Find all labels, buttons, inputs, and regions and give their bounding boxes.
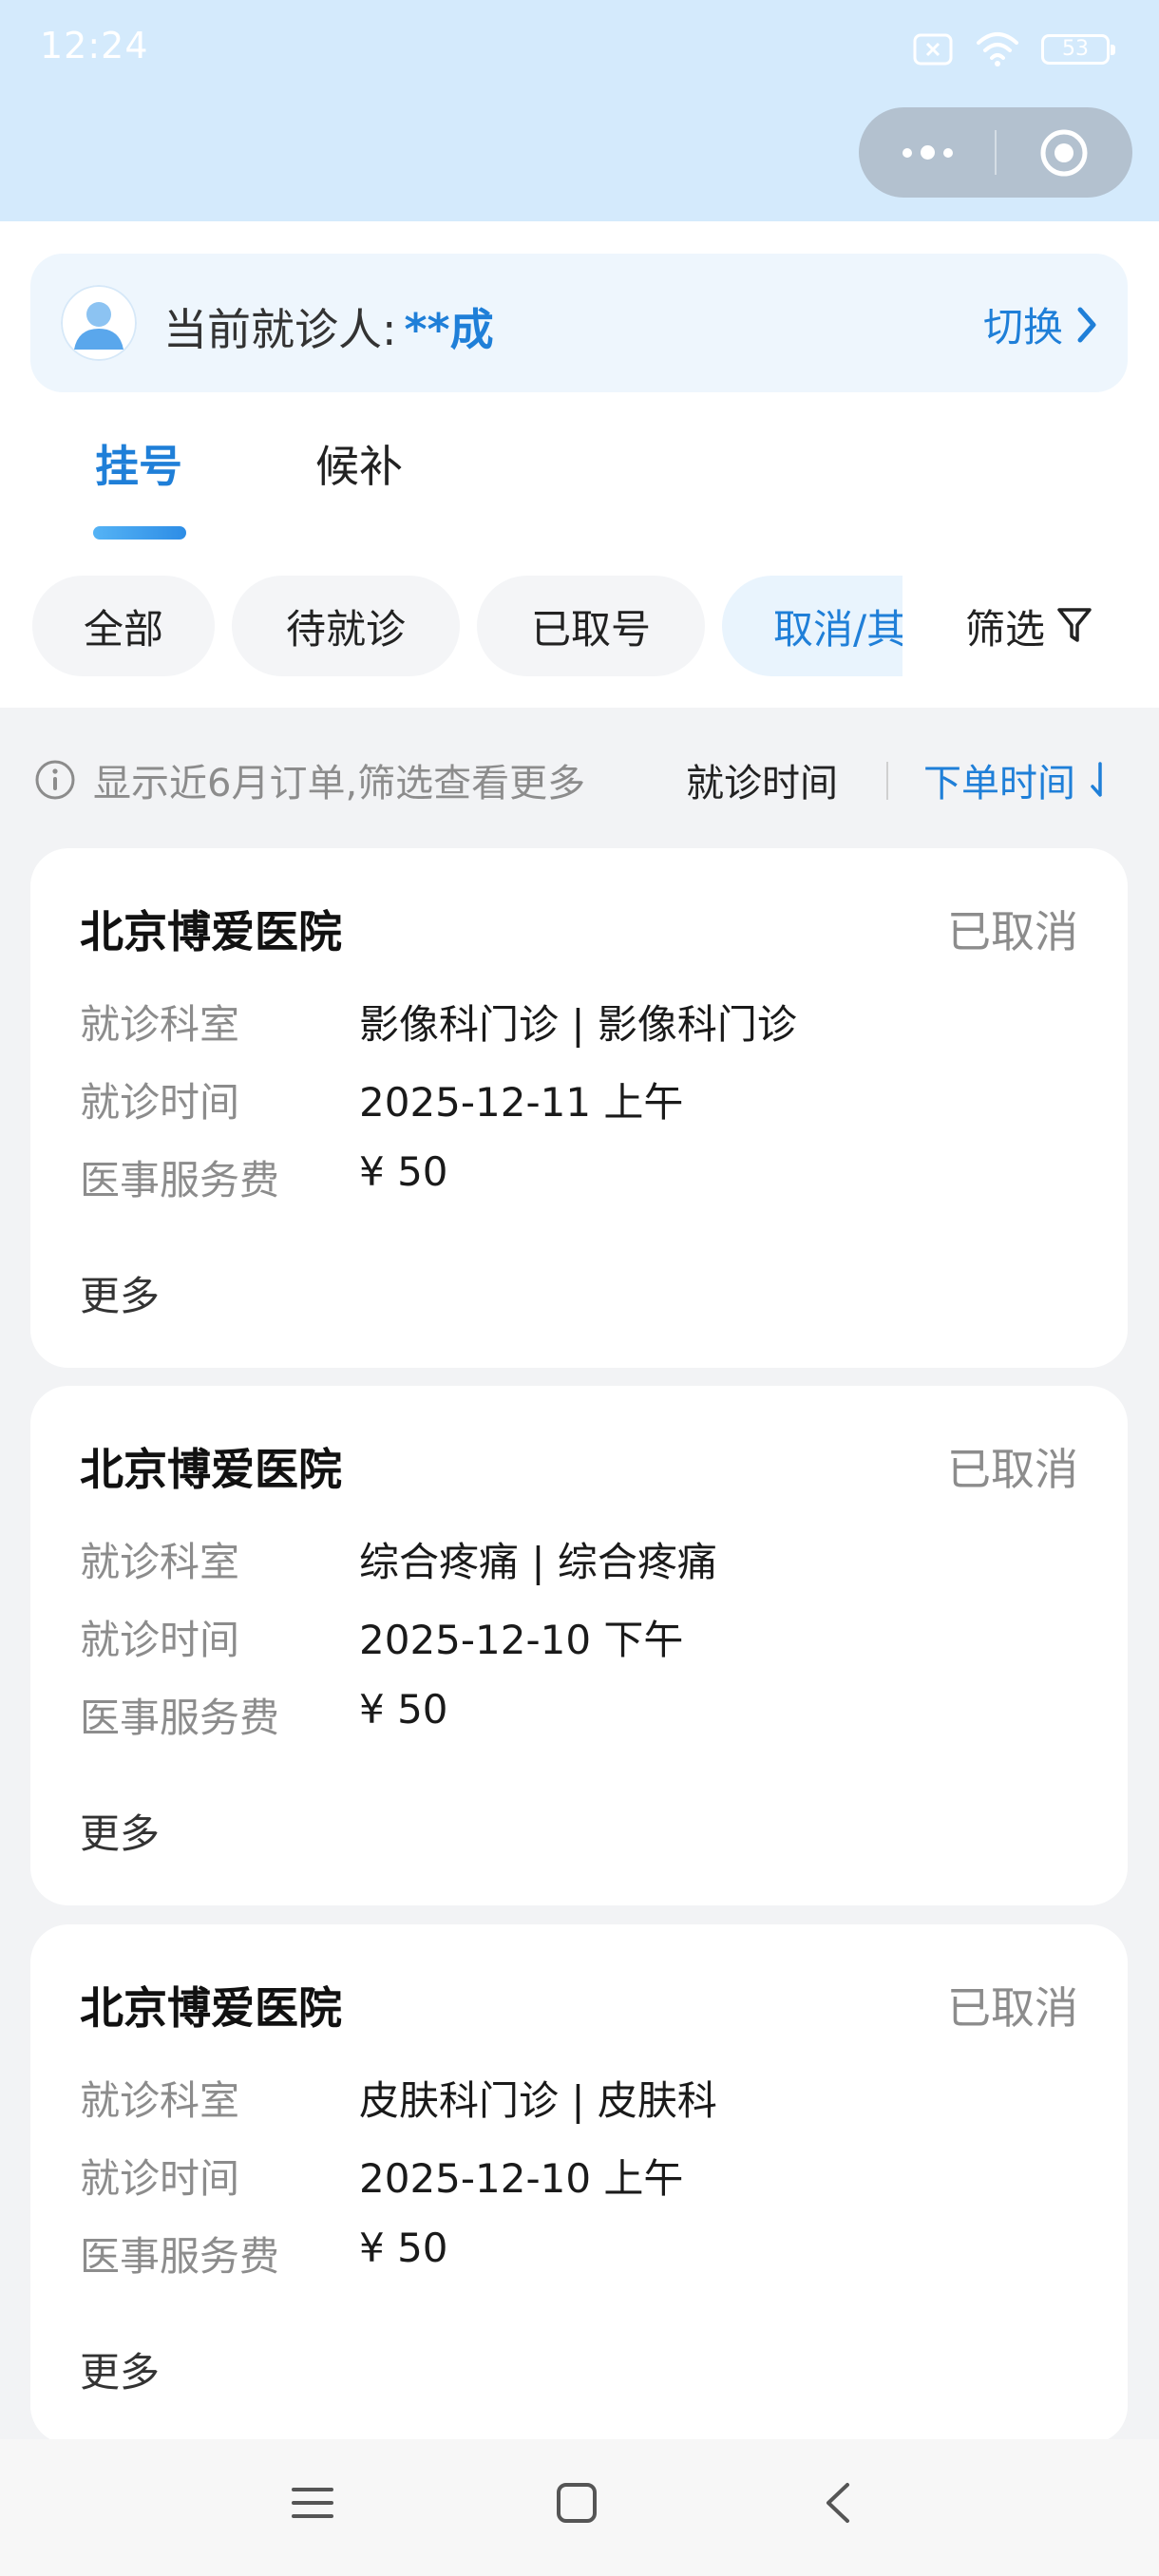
chevron-right-icon	[1077, 307, 1096, 342]
sim-off-icon	[913, 33, 953, 66]
patient-name: **成	[404, 304, 494, 355]
order-status: 已取消	[947, 1982, 1078, 2034]
sort-by-order-time[interactable]: 下单时间	[923, 752, 1112, 807]
fee-value: ¥ 50	[359, 2225, 448, 2271]
more-button[interactable]: 更多	[80, 1802, 160, 1860]
visit-time-value: 2025-12-11 上午	[359, 1079, 684, 1126]
sort-down-arrow-icon	[1091, 762, 1102, 797]
miniapp-capsule	[859, 107, 1132, 198]
order-card[interactable]: 北京博爱医院 已取消 就诊科室 皮肤科门诊 | 皮肤科 就诊时间 2025-12…	[30, 1924, 1128, 2444]
dept-row: 就诊科室 皮肤科门诊 | 皮肤科	[80, 2069, 717, 2127]
filter-button[interactable]: 筛选	[965, 576, 1092, 676]
order-range-tip: 显示近6月订单,筛选查看更多	[34, 752, 585, 807]
hospital-name: 北京博爱医院	[80, 906, 342, 957]
visit-time-row: 就诊时间 2025-12-11 上午	[80, 1070, 683, 1128]
visit-time-row: 就诊时间 2025-12-10 下午	[80, 1608, 683, 1666]
switch-patient-button[interactable]: 切换	[983, 295, 1097, 353]
order-status: 已取消	[947, 906, 1078, 957]
close-miniapp-button[interactable]	[996, 107, 1132, 198]
patient-label: 当前就诊人: **成	[163, 295, 494, 358]
menu-icon	[292, 2488, 333, 2518]
back-button[interactable]	[821, 2481, 855, 2529]
top-header: 12:24 53	[0, 0, 1159, 221]
recent-apps-button[interactable]	[291, 2481, 334, 2529]
more-dots-icon	[902, 145, 953, 160]
back-icon	[826, 2483, 849, 2523]
dept-label: 就诊科室	[80, 1539, 240, 1585]
visit-time-label: 就诊时间	[80, 2155, 240, 2202]
patient-label-text: 当前就诊人:	[163, 304, 397, 355]
top-panel: 当前就诊人: **成 切换 挂号 候补 全部 待就诊 已取号 取消/其 筛选	[0, 221, 1159, 708]
info-sort-row: 显示近6月订单,筛选查看更多 就诊时间 下单时间	[0, 733, 1159, 824]
home-button[interactable]	[555, 2481, 598, 2529]
funnel-icon	[1057, 608, 1092, 642]
fee-value: ¥ 50	[359, 1686, 448, 1733]
status-filter-chips: 全部 待就诊 已取号 取消/其	[0, 576, 902, 676]
chip-cancelled-other[interactable]: 取消/其	[722, 576, 902, 676]
chip-pending[interactable]: 待就诊	[232, 576, 460, 676]
visit-time-value: 2025-12-10 上午	[359, 2155, 684, 2202]
fee-value: ¥ 50	[359, 1148, 448, 1195]
sort-by-order-time-label: 下单时间	[923, 762, 1075, 805]
order-status: 已取消	[947, 1444, 1078, 1495]
target-circle-icon	[1040, 129, 1088, 176]
visit-time-label: 就诊时间	[80, 1079, 240, 1126]
info-icon	[35, 760, 75, 800]
battery-level: 53	[1062, 37, 1089, 61]
chip-ticket-taken[interactable]: 已取号	[477, 576, 705, 676]
tab-waitlist[interactable]: 候补	[315, 435, 403, 498]
visit-time-label: 就诊时间	[80, 1617, 240, 1663]
chip-all[interactable]: 全部	[32, 576, 215, 676]
fee-label: 医事服务费	[80, 1157, 280, 1203]
visit-time-value: 2025-12-10 下午	[359, 1617, 684, 1663]
status-time: 12:24	[40, 25, 149, 66]
dept-row: 就诊科室 影像科门诊 | 影像科门诊	[80, 993, 797, 1051]
fee-row: 医事服务费 ¥ 50	[80, 1686, 448, 1744]
fee-label: 医事服务费	[80, 1695, 280, 1741]
avatar	[61, 285, 137, 361]
switch-patient-label: 切换	[982, 304, 1063, 350]
tab-register[interactable]: 挂号	[95, 435, 182, 498]
sort-divider	[886, 762, 888, 800]
system-nav-bar	[0, 2439, 1159, 2576]
filter-label: 筛选	[965, 605, 1046, 653]
more-button[interactable]: 更多	[80, 1264, 160, 1322]
capsule-divider	[995, 130, 997, 175]
fee-label: 医事服务费	[80, 2233, 280, 2280]
status-icons: 53	[912, 28, 1115, 70]
dept-value: 皮肤科门诊 | 皮肤科	[359, 2077, 717, 2124]
wifi-icon	[977, 32, 1018, 66]
dept-value: 影像科门诊 | 影像科门诊	[359, 1001, 797, 1048]
sort-by-visit-time[interactable]: 就诊时间	[686, 752, 838, 807]
current-patient-bar: 当前就诊人: **成 切换	[30, 254, 1128, 392]
hospital-name: 北京博爱医院	[80, 1982, 342, 2034]
hospital-name: 北京博爱医院	[80, 1444, 342, 1495]
dept-row: 就诊科室 综合疼痛 | 综合疼痛	[80, 1530, 717, 1588]
home-square-icon	[557, 2483, 597, 2523]
order-range-tip-text: 显示近6月订单,筛选查看更多	[93, 762, 586, 805]
user-avatar-icon	[61, 285, 137, 361]
more-button[interactable]: 更多	[80, 2340, 160, 2398]
order-card[interactable]: 北京博爱医院 已取消 就诊科室 影像科门诊 | 影像科门诊 就诊时间 2025-…	[30, 848, 1128, 1368]
more-button[interactable]	[859, 107, 996, 198]
visit-time-row: 就诊时间 2025-12-10 上午	[80, 2147, 683, 2205]
battery-icon: 53	[1041, 34, 1115, 65]
order-card[interactable]: 北京博爱医院 已取消 就诊科室 综合疼痛 | 综合疼痛 就诊时间 2025-12…	[30, 1386, 1128, 1905]
fee-row: 医事服务费 ¥ 50	[80, 1148, 448, 1206]
dept-label: 就诊科室	[80, 2077, 240, 2124]
dept-label: 就诊科室	[80, 1001, 240, 1048]
tab-bar: 挂号 候补	[0, 435, 1159, 549]
dept-value: 综合疼痛 | 综合疼痛	[359, 1539, 717, 1585]
active-tab-indicator	[93, 526, 186, 540]
fee-row: 医事服务费 ¥ 50	[80, 2225, 448, 2282]
